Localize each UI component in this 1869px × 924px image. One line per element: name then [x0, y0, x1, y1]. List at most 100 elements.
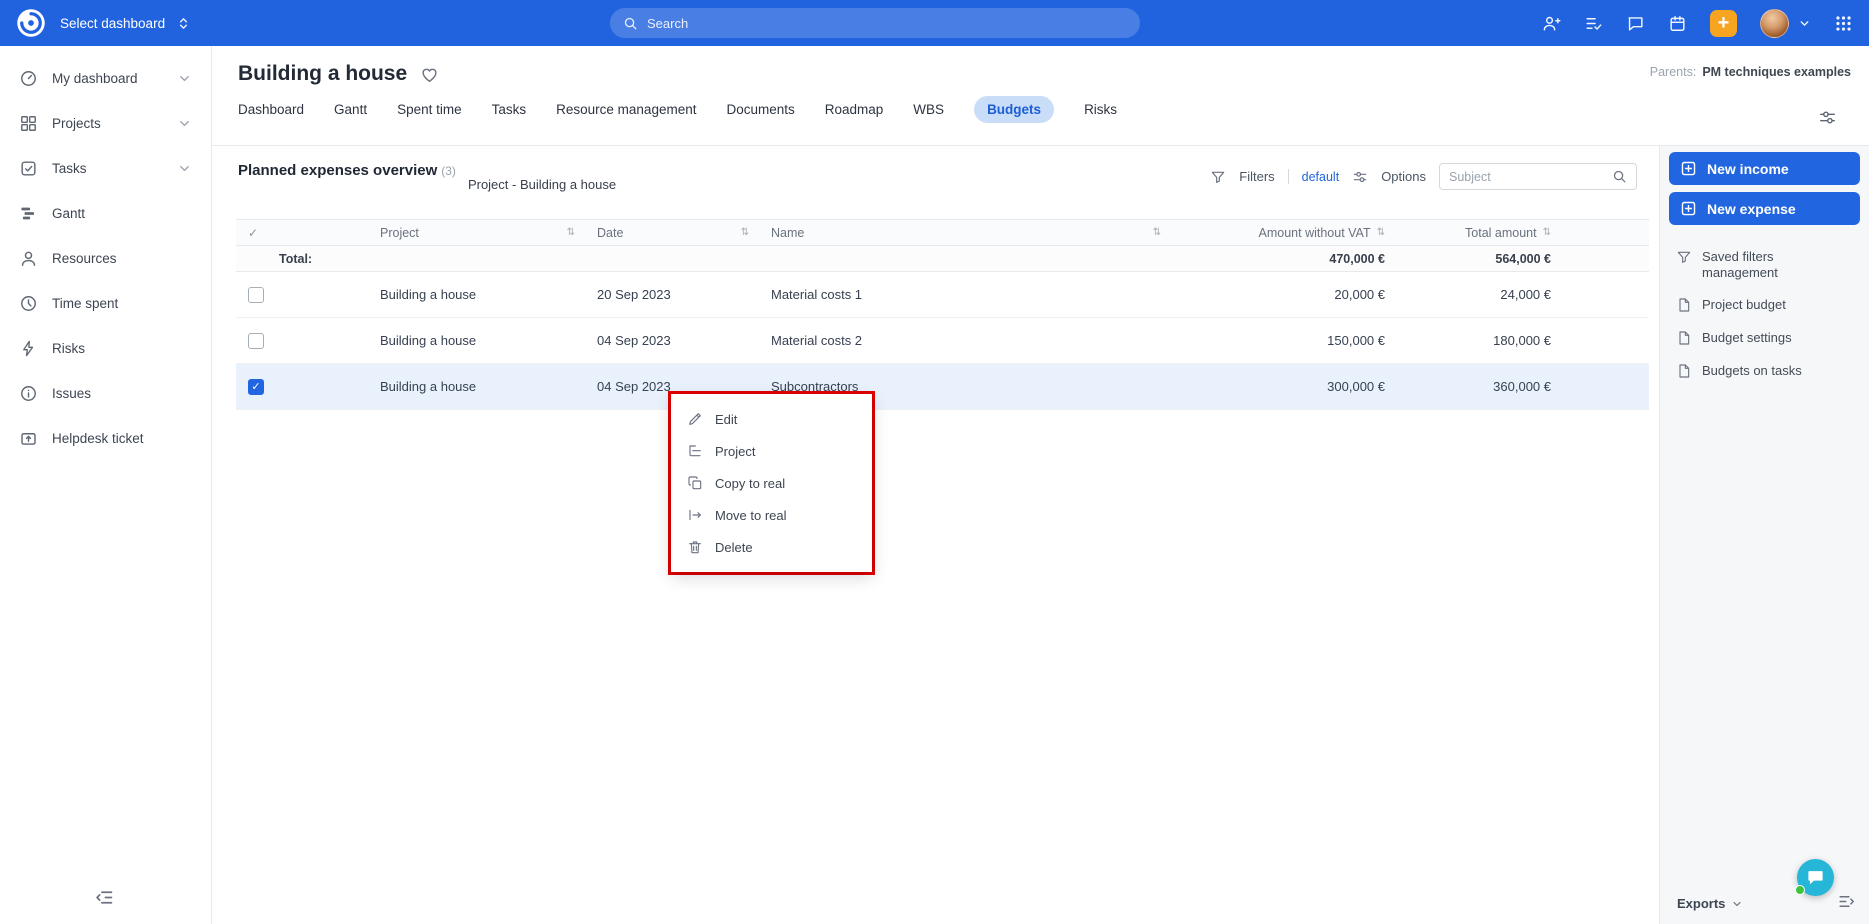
sidebar-item-helpdesk-ticket[interactable]: Helpdesk ticket	[0, 416, 211, 461]
row-checkbox[interactable]	[248, 286, 264, 303]
tab-spent-time[interactable]: Spent time	[397, 102, 462, 117]
filters-default-link[interactable]: default	[1302, 170, 1340, 184]
parents-link[interactable]: PM techniques examples	[1702, 65, 1851, 79]
sidebar-item-risks[interactable]: Risks	[0, 326, 211, 371]
sort-icon[interactable]: ⇅	[1153, 227, 1161, 238]
new-expense-label: New expense	[1707, 200, 1796, 217]
tab-roadmap[interactable]: Roadmap	[825, 102, 884, 117]
cell-project: Building a house	[380, 333, 477, 348]
tasks-icon	[19, 159, 38, 178]
exports-button[interactable]: Exports	[1677, 896, 1743, 911]
new-expense-button[interactable]: New expense	[1669, 192, 1860, 225]
panel-link-label: Project budget	[1702, 297, 1786, 313]
global-search[interactable]	[610, 8, 1140, 38]
settings-sliders-icon[interactable]	[1818, 108, 1837, 127]
total-label: Total:	[279, 251, 313, 266]
user-plus-icon[interactable]	[1542, 14, 1561, 33]
tab-gantt[interactable]: Gantt	[334, 102, 367, 117]
link-saved-filters-management[interactable]: Saved filters management	[1669, 242, 1860, 287]
app-logo[interactable]	[16, 8, 46, 38]
checklist-icon[interactable]	[1584, 14, 1603, 33]
quick-add-button[interactable]: +	[1710, 9, 1737, 37]
link-project-budget[interactable]: Project budget	[1669, 290, 1860, 320]
row-checkbox-checked[interactable]: ✓	[248, 378, 264, 395]
page: Building a house Parents: PM techniques e…	[212, 46, 1869, 924]
sidebar-item-my-dashboard[interactable]: My dashboard	[0, 56, 211, 101]
sidebar-collapse-icon[interactable]	[94, 887, 115, 908]
tab-resource-management[interactable]: Resource management	[556, 102, 696, 117]
menu-item-copy-to-real[interactable]: Copy to real	[671, 467, 872, 499]
tab-tasks[interactable]: Tasks	[492, 102, 527, 117]
column-header-project[interactable]: Project	[380, 226, 419, 240]
column-header-date[interactable]: Date	[597, 226, 623, 240]
move-right-icon	[687, 507, 703, 523]
copy-icon	[687, 475, 703, 491]
tab-risks[interactable]: Risks	[1084, 102, 1117, 117]
link-budget-settings[interactable]: Budget settings	[1669, 323, 1860, 353]
cell-amount-without-vat: 20,000 €	[1334, 287, 1385, 302]
section-count: (3)	[441, 164, 456, 178]
document-icon	[1676, 297, 1692, 313]
panel-toggle-icon[interactable]	[1837, 892, 1856, 911]
sidebar-item-projects[interactable]: Projects	[0, 101, 211, 146]
menu-item-label: Project	[715, 443, 756, 459]
sort-icon[interactable]: ⇅	[1377, 227, 1385, 238]
chevron-down-icon[interactable]	[177, 71, 192, 86]
search-icon[interactable]	[1612, 169, 1627, 184]
options-button[interactable]: Options	[1381, 169, 1426, 184]
sidebar-item-label: Risks	[52, 341, 85, 356]
search-icon	[623, 16, 638, 31]
topbar: Select dashboard +	[0, 0, 1869, 46]
panel-link-label: Budget settings	[1702, 330, 1792, 346]
subject-search[interactable]	[1439, 163, 1637, 190]
sidebar-item-label: Tasks	[52, 161, 87, 176]
tab-dashboard[interactable]: Dashboard	[238, 102, 304, 117]
chevron-down-icon[interactable]	[177, 116, 192, 131]
chat-feedback-icon[interactable]	[1626, 14, 1645, 33]
page-title: Building a house	[238, 62, 408, 85]
column-header-name[interactable]: Name	[771, 226, 804, 240]
global-search-input[interactable]	[647, 15, 1127, 31]
panel-links: Saved filters management Project budget …	[1669, 242, 1860, 386]
dashboard-selector[interactable]: Select dashboard	[60, 15, 192, 32]
tab-wbs[interactable]: WBS	[913, 102, 944, 117]
sort-icon[interactable]: ⇅	[741, 227, 749, 238]
options-sliders-icon	[1352, 169, 1368, 185]
menu-item-edit[interactable]: Edit	[671, 403, 872, 435]
subject-search-input[interactable]	[1449, 169, 1612, 184]
menu-item-move-to-real[interactable]: Move to real	[671, 499, 872, 531]
sort-icon[interactable]: ⇅	[567, 227, 575, 238]
gantt-icon	[19, 204, 38, 223]
avatar[interactable]	[1760, 8, 1789, 38]
tab-budgets[interactable]: Budgets	[974, 96, 1055, 123]
select-all-check-icon[interactable]: ✓	[248, 226, 258, 240]
chevron-down-icon[interactable]	[177, 161, 192, 176]
row-checkbox[interactable]	[248, 332, 264, 349]
filters-button[interactable]: Filters	[1239, 169, 1274, 184]
table-row[interactable]: Building a house 04 Sep 2023 Material co…	[236, 318, 1649, 364]
table-header-row: ✓ Project ⇅ Date ⇅ Name ⇅ Amount without VA…	[236, 219, 1649, 246]
table-row[interactable]: Building a house 20 Sep 2023 Material co…	[236, 272, 1649, 318]
sidebar-item-resources[interactable]: Resources	[0, 236, 211, 281]
sidebar-item-tasks[interactable]: Tasks	[0, 146, 211, 191]
column-header-total-amount[interactable]: Total amount	[1465, 226, 1537, 240]
favorite-heart-icon[interactable]	[420, 65, 439, 84]
apps-grid-icon[interactable]	[1834, 14, 1853, 33]
menu-item-delete[interactable]: Delete	[671, 531, 872, 563]
new-income-label: New income	[1707, 160, 1789, 177]
dashboard-icon	[19, 69, 38, 88]
sidebar-item-label: Projects	[52, 116, 101, 131]
tab-documents[interactable]: Documents	[726, 102, 794, 117]
sort-icon[interactable]: ⇅	[1543, 227, 1551, 238]
chat-bubble[interactable]	[1795, 859, 1834, 896]
chevron-down-icon[interactable]	[1798, 17, 1811, 30]
table-row-selected[interactable]: ✓ Building a house 04 Sep 2023 Subcontra…	[236, 364, 1649, 410]
link-budgets-on-tasks[interactable]: Budgets on tasks	[1669, 356, 1860, 386]
sidebar-item-gantt[interactable]: Gantt	[0, 191, 211, 236]
calendar-icon[interactable]	[1668, 14, 1687, 33]
new-income-button[interactable]: New income	[1669, 152, 1860, 185]
sidebar-item-time-spent[interactable]: Time spent	[0, 281, 211, 326]
sidebar-item-issues[interactable]: Issues	[0, 371, 211, 416]
column-header-amount-without-vat[interactable]: Amount without VAT	[1259, 226, 1371, 240]
menu-item-project[interactable]: Project	[671, 435, 872, 467]
